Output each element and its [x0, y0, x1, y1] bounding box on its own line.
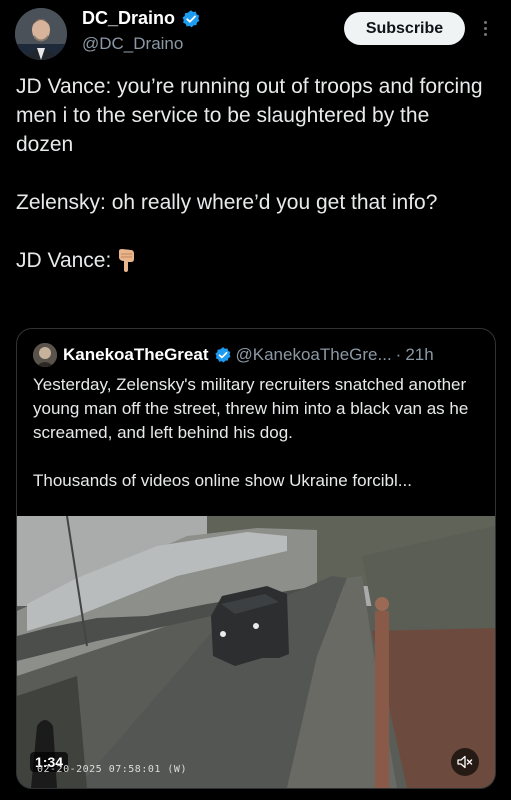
tweet-line: JD Vance:	[16, 249, 112, 272]
quoted-tweet-header: KanekoaTheGreat @KanekoaTheGre... · 21h	[33, 343, 434, 367]
author-display-name[interactable]: DC_Draino	[82, 8, 175, 29]
author-name-row: DC_Draino	[82, 8, 201, 29]
tweet-header: DC_Draino @DC_Draino Subscribe	[0, 0, 511, 64]
tweet-body: JD Vance: you’re running out of troops a…	[16, 72, 486, 281]
verified-badge-icon	[182, 9, 200, 27]
volume-muted-icon[interactable]	[451, 748, 479, 776]
video-frame	[17, 516, 495, 788]
tweet-line: JD Vance: you’re running out of troops a…	[16, 75, 483, 156]
van	[211, 586, 289, 666]
hand-pointing-down-icon	[113, 247, 139, 281]
quoted-tweet-time[interactable]: 21h	[405, 345, 433, 365]
profile-photo-icon	[15, 8, 67, 60]
more-vertical-icon[interactable]	[478, 14, 492, 42]
quoted-paragraph: Thousands of videos online show Ukraine …	[33, 471, 412, 490]
separator-dot: ·	[395, 345, 402, 364]
subscribe-button[interactable]: Subscribe	[344, 12, 465, 45]
quoted-tweet[interactable]: KanekoaTheGreat @KanekoaTheGre... · 21h …	[16, 328, 496, 789]
tweet-line: Zelensky: oh really where’d you get that…	[16, 191, 438, 214]
quoted-author-name[interactable]: KanekoaTheGreat	[63, 345, 209, 365]
verified-badge-icon	[214, 347, 230, 363]
tweet-line-with-emoji: JD Vance:	[16, 246, 486, 281]
author-avatar[interactable]	[15, 8, 67, 60]
quoted-paragraph: Yesterday, Zelensky's military recruiter…	[33, 375, 469, 442]
video-player[interactable]: 1:34 02-20-2025 07:58:01 (W)	[17, 516, 495, 788]
profile-photo-icon	[33, 343, 57, 367]
quoted-tweet-body: Yesterday, Zelensky's military recruiter…	[33, 373, 485, 493]
author-handle[interactable]: @DC_Draino	[82, 34, 183, 54]
camera-timestamp: 02-20-2025 07:58:01 (W)	[37, 764, 187, 775]
quoted-author-handle[interactable]: @KanekoaTheGre...	[236, 345, 392, 365]
quoted-author-avatar[interactable]	[33, 343, 57, 367]
